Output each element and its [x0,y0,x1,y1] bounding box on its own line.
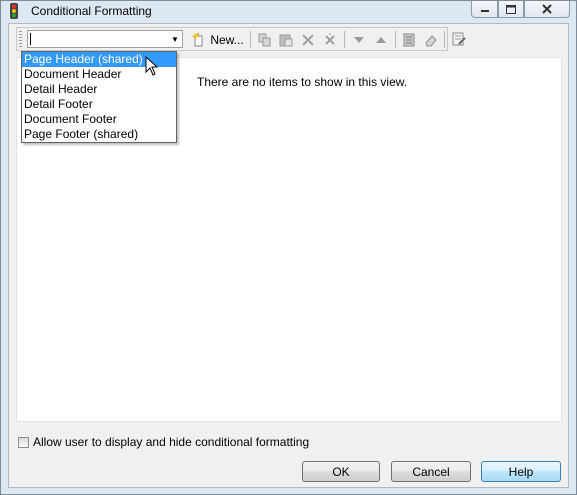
copy-button[interactable] [255,30,275,49]
delete-icon [302,33,314,46]
toolbar-grip[interactable] [19,31,22,47]
section-combo[interactable]: ▼ [27,30,183,48]
move-down-icon [354,36,364,43]
dropdown-item-detail-footer[interactable]: Detail Footer [22,97,176,112]
toolbar-separator [395,31,396,48]
allow-toggle-checkbox[interactable] [18,436,29,448]
toolbar-separator [444,31,445,48]
minimize-button[interactable] [471,1,498,18]
eraser-icon [425,34,437,46]
delete-all-icon [325,33,335,45]
dropdown-item-page-footer[interactable]: Page Footer (shared) [22,127,176,142]
help-button[interactable]: Help [481,461,561,482]
empty-message: There are no items to show in this view. [197,75,408,89]
move-up-button[interactable] [371,30,391,49]
minimize-icon [480,10,489,12]
ok-button[interactable]: OK [302,461,380,482]
delete-button[interactable] [298,30,318,49]
toolbar-separator [344,31,345,48]
help-label: Help [508,464,534,479]
dropdown-item-document-footer[interactable]: Document Footer [22,112,176,127]
maximize-icon [506,4,516,14]
close-button[interactable] [524,1,570,18]
eraser-button[interactable] [421,30,441,49]
move-up-icon [376,36,386,43]
properties-button[interactable] [449,29,469,48]
paste-icon [279,34,293,46]
formula-button[interactable] [399,30,419,49]
toolbar: ▼ New... [16,27,448,51]
copy-icon [258,33,271,46]
new-button[interactable]: New... [189,30,247,49]
chevron-down-icon[interactable]: ▼ [168,31,182,47]
toolbar-separator [250,31,251,48]
window-title: Conditional Formatting [31,4,152,18]
cancel-label: Cancel [412,464,450,479]
new-label: New... [210,32,244,47]
ok-label: OK [332,464,350,479]
title-bar[interactable]: Conditional Formatting [1,1,576,21]
maximize-button[interactable] [498,1,524,18]
traffic-light-icon [10,3,18,19]
text-caret [30,33,31,45]
formula-icon [403,33,415,46]
properties-icon [452,32,466,45]
new-icon [192,32,203,46]
close-icon [542,4,552,14]
dropdown-item-detail-header[interactable]: Detail Header [22,82,176,97]
delete-all-button[interactable] [320,30,340,49]
mouse-pointer-icon [145,56,159,76]
move-down-button[interactable] [349,30,369,49]
paste-button[interactable] [276,30,296,49]
allow-toggle-label[interactable]: Allow user to display and hide condition… [33,435,309,449]
cancel-button[interactable]: Cancel [391,461,471,482]
allow-toggle-row[interactable]: Allow user to display and hide condition… [18,435,309,449]
